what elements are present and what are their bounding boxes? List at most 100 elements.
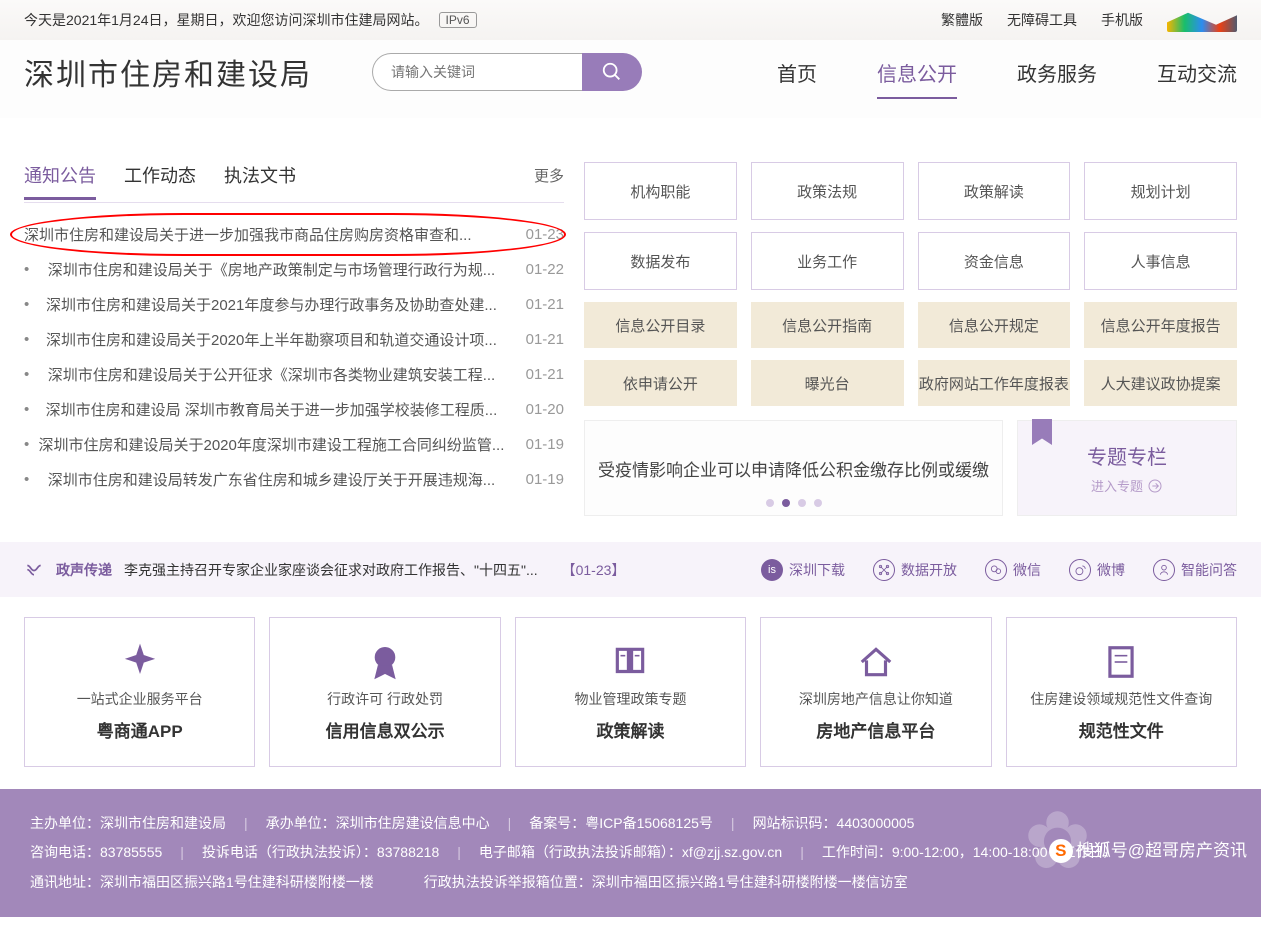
news-title: 深圳市住房和建设局关于2020年度深圳市建设工程施工合同纠纷监管... (39, 434, 505, 455)
category-cell[interactable]: 信息公开指南 (751, 302, 904, 348)
news-date: 01-19 (526, 436, 564, 453)
grid-row4: 依申请公开曝光台政府网站工作年度报表人大建议政协提案 (584, 360, 1237, 406)
search-icon (601, 61, 623, 83)
category-cell[interactable]: 政策解读 (918, 162, 1071, 220)
banner-text: 受疫情影响企业可以申请降低公积金缴存比例或缓缴 (598, 456, 989, 481)
card-main: 房地产信息平台 (816, 717, 935, 742)
card-main: 规范性文件 (1079, 717, 1164, 742)
footer: 主办单位：深圳市住房和建设局| 承办单位：深圳市住房建设信息中心| 备案号：粤I… (0, 789, 1261, 917)
category-cell[interactable]: 信息公开年度报告 (1084, 302, 1237, 348)
category-cell[interactable]: 人事信息 (1084, 232, 1237, 290)
news-item[interactable]: 深圳市住房和建设局关于2020年度深圳市建设工程施工合同纠纷监管... 01-19 (24, 427, 564, 462)
main-nav: 首页 信息公开 政务服务 互动交流 (777, 58, 1237, 87)
category-cell[interactable]: 人大建议政协提案 (1084, 360, 1237, 406)
nav-info[interactable]: 信息公开 (877, 58, 957, 87)
news-item[interactable]: 深圳市住房和建设局关于《房地产政策制定与市场管理行政行为规... 01-22 (24, 252, 564, 287)
category-cell[interactable]: 规划计划 (1084, 162, 1237, 220)
grid-row3: 信息公开目录信息公开指南信息公开规定信息公开年度报告 (584, 302, 1237, 348)
news-date: 01-20 (526, 401, 564, 418)
news-item[interactable]: 深圳市住房和建设局 深圳市教育局关于进一步加强学校装修工程质...01-20 (24, 392, 564, 427)
card-main: 政策解读 (596, 717, 664, 742)
service-card[interactable]: 行政许可 行政处罚信用信息双公示 (269, 617, 500, 767)
category-cell[interactable]: 依申请公开 (584, 360, 737, 406)
footer-siteid: 网站标识码：4403000005 (753, 809, 915, 838)
category-cell[interactable]: 政府网站工作年度报表 (918, 360, 1071, 406)
site-title: 深圳市住房和建设局 (24, 50, 312, 94)
category-cell[interactable]: 信息公开规定 (918, 302, 1071, 348)
service-card[interactable]: 物业管理政策专题政策解读 (515, 617, 746, 767)
watermark: S搜狐号@超哥房产资讯 (1049, 833, 1247, 869)
footer-tel: 咨询电话：83785555 (30, 838, 162, 867)
carousel-dots (766, 499, 822, 507)
banner-carousel[interactable]: 受疫情影响企业可以申请降低公积金缴存比例或缓缴 (584, 420, 1003, 516)
category-cell[interactable]: 业务工作 (751, 232, 904, 290)
news-date: 01-22 (526, 261, 564, 278)
category-cell[interactable]: 政策法规 (751, 162, 904, 220)
service-card[interactable]: 住房建设领域规范性文件查询规范性文件 (1006, 617, 1237, 767)
card-sub: 行政许可 行政处罚 (327, 689, 443, 709)
footer-complain: 投诉电话（行政执法投诉）：83788218 (202, 838, 439, 867)
news-date: 01-19 (526, 471, 564, 488)
card-main: 信用信息双公示 (326, 717, 445, 742)
service-card[interactable]: 一站式企业服务平台粤商通APP (24, 617, 255, 767)
news-item[interactable]: 深圳市住房和建设局转发广东省住房和城乡建设厅关于开展违规海...01-19 (24, 462, 564, 497)
tab-enforce[interactable]: 执法文书 (224, 162, 296, 188)
card-sub: 物业管理政策专题 (574, 689, 686, 709)
nav-home[interactable]: 首页 (777, 58, 817, 87)
grid-row1: 机构职能政策法规政策解读规划计划 (584, 162, 1237, 220)
news-date: 01-21 (526, 331, 564, 348)
grid-row2: 数据发布业务工作资金信息人事信息 (584, 232, 1237, 290)
link-traditional[interactable]: 繁體版 (941, 10, 983, 30)
link-weibo[interactable]: 微博 (1069, 559, 1125, 581)
ipv6-badge: IPv6 (439, 12, 477, 28)
link-download[interactable]: is深圳下载 (761, 559, 845, 581)
link-wechat[interactable]: 微信 (985, 559, 1041, 581)
footer-org: 承办单位：深圳市住房建设信息中心 (266, 809, 490, 838)
news-date: 01-23 (526, 226, 564, 243)
category-panel: 机构职能政策法规政策解读规划计划 数据发布业务工作资金信息人事信息 信息公开目录… (584, 162, 1237, 516)
special-column[interactable]: 专题专栏 进入专题 (1017, 420, 1237, 516)
header: 深圳市住房和建设局 首页 信息公开 政务服务 互动交流 (0, 40, 1261, 118)
nav-service[interactable]: 政务服务 (1017, 58, 1097, 87)
link-qa[interactable]: 智能问答 (1153, 559, 1237, 581)
link-data[interactable]: 数据开放 (873, 559, 957, 581)
news-item[interactable]: 深圳市住房和建设局关于2021年度参与办理行政事务及协助查处建...01-21 (24, 287, 564, 322)
top-bar: 今天是2021年1月24日，星期日，欢迎您访问深圳市住建局网站。 IPv6 繁體… (0, 0, 1261, 40)
category-cell[interactable]: 曝光台 (751, 360, 904, 406)
news-title: 深圳市住房和建设局关于公开征求《深圳市各类物业建筑安装工程... (48, 364, 496, 385)
date-text: 今天是2021年1月24日，星期日，欢迎您访问深圳市住建局网站。 (24, 10, 429, 30)
news-item[interactable]: 深圳市住房和建设局关于进一步加强我市商品住房购房资格审查和...01-23 (24, 217, 564, 252)
nav-interact[interactable]: 互动交流 (1157, 58, 1237, 87)
category-cell[interactable]: 信息公开目录 (584, 302, 737, 348)
category-cell[interactable]: 数据发布 (584, 232, 737, 290)
card-sub: 深圳房地产信息让你知道 (799, 689, 953, 709)
special-enter: 进入专题 (1091, 476, 1143, 495)
category-cell[interactable]: 机构职能 (584, 162, 737, 220)
service-card[interactable]: 深圳房地产信息让你知道房地产信息平台 (760, 617, 991, 767)
link-mobile[interactable]: 手机版 (1101, 10, 1143, 30)
voice-headline[interactable]: 李克强主持召开专家企业家座谈会征求对政府工作报告、"十四五"... (124, 560, 538, 580)
search-button[interactable] (582, 53, 642, 91)
footer-icp[interactable]: 备案号：粤ICP备15068125号 (529, 809, 713, 838)
card-sub: 住房建设领域规范性文件查询 (1030, 689, 1212, 709)
news-item[interactable]: 深圳市住房和建设局关于2020年上半年勘察项目和轨道交通设计项...01-21 (24, 322, 564, 357)
news-title: 深圳市住房和建设局关于《房地产政策制定与市场管理行政行为规... (48, 259, 496, 280)
search-input[interactable] (372, 53, 582, 91)
footer-complain-addr: 行政执法投诉举报箱位置：深圳市福田区振兴路1号住建科研楼附楼一楼信访室 (424, 868, 908, 897)
news-more[interactable]: 更多 (534, 165, 564, 186)
special-title: 专题专栏 (1087, 441, 1167, 470)
voice-label: 政声传递 (56, 560, 112, 580)
tab-work[interactable]: 工作动态 (124, 162, 196, 188)
card-main: 粤商通APP (97, 717, 183, 742)
voice-bar: 政声传递 李克强主持召开专家企业家座谈会征求对政府工作报告、"十四五"... 【… (0, 542, 1261, 597)
news-item[interactable]: 深圳市住房和建设局关于公开征求《深圳市各类物业建筑安装工程...01-21 (24, 357, 564, 392)
bookmark-icon (1032, 419, 1052, 445)
tab-notice[interactable]: 通知公告 (24, 162, 96, 188)
news-panel: 通知公告 工作动态 执法文书 更多 深圳市住房和建设局关于进一步加强我市商品住房… (24, 162, 564, 516)
category-cell[interactable]: 资金信息 (918, 232, 1071, 290)
news-date: 01-21 (526, 296, 564, 313)
news-list: 深圳市住房和建设局关于进一步加强我市商品住房购房资格审查和...01-23深圳市… (24, 217, 564, 497)
shenzhen-logo (1167, 8, 1237, 32)
footer-email: 电子邮箱（行政执法投诉邮箱）：xf@zjj.sz.gov.cn (479, 838, 782, 867)
link-accessibility[interactable]: 无障碍工具 (1007, 10, 1077, 30)
